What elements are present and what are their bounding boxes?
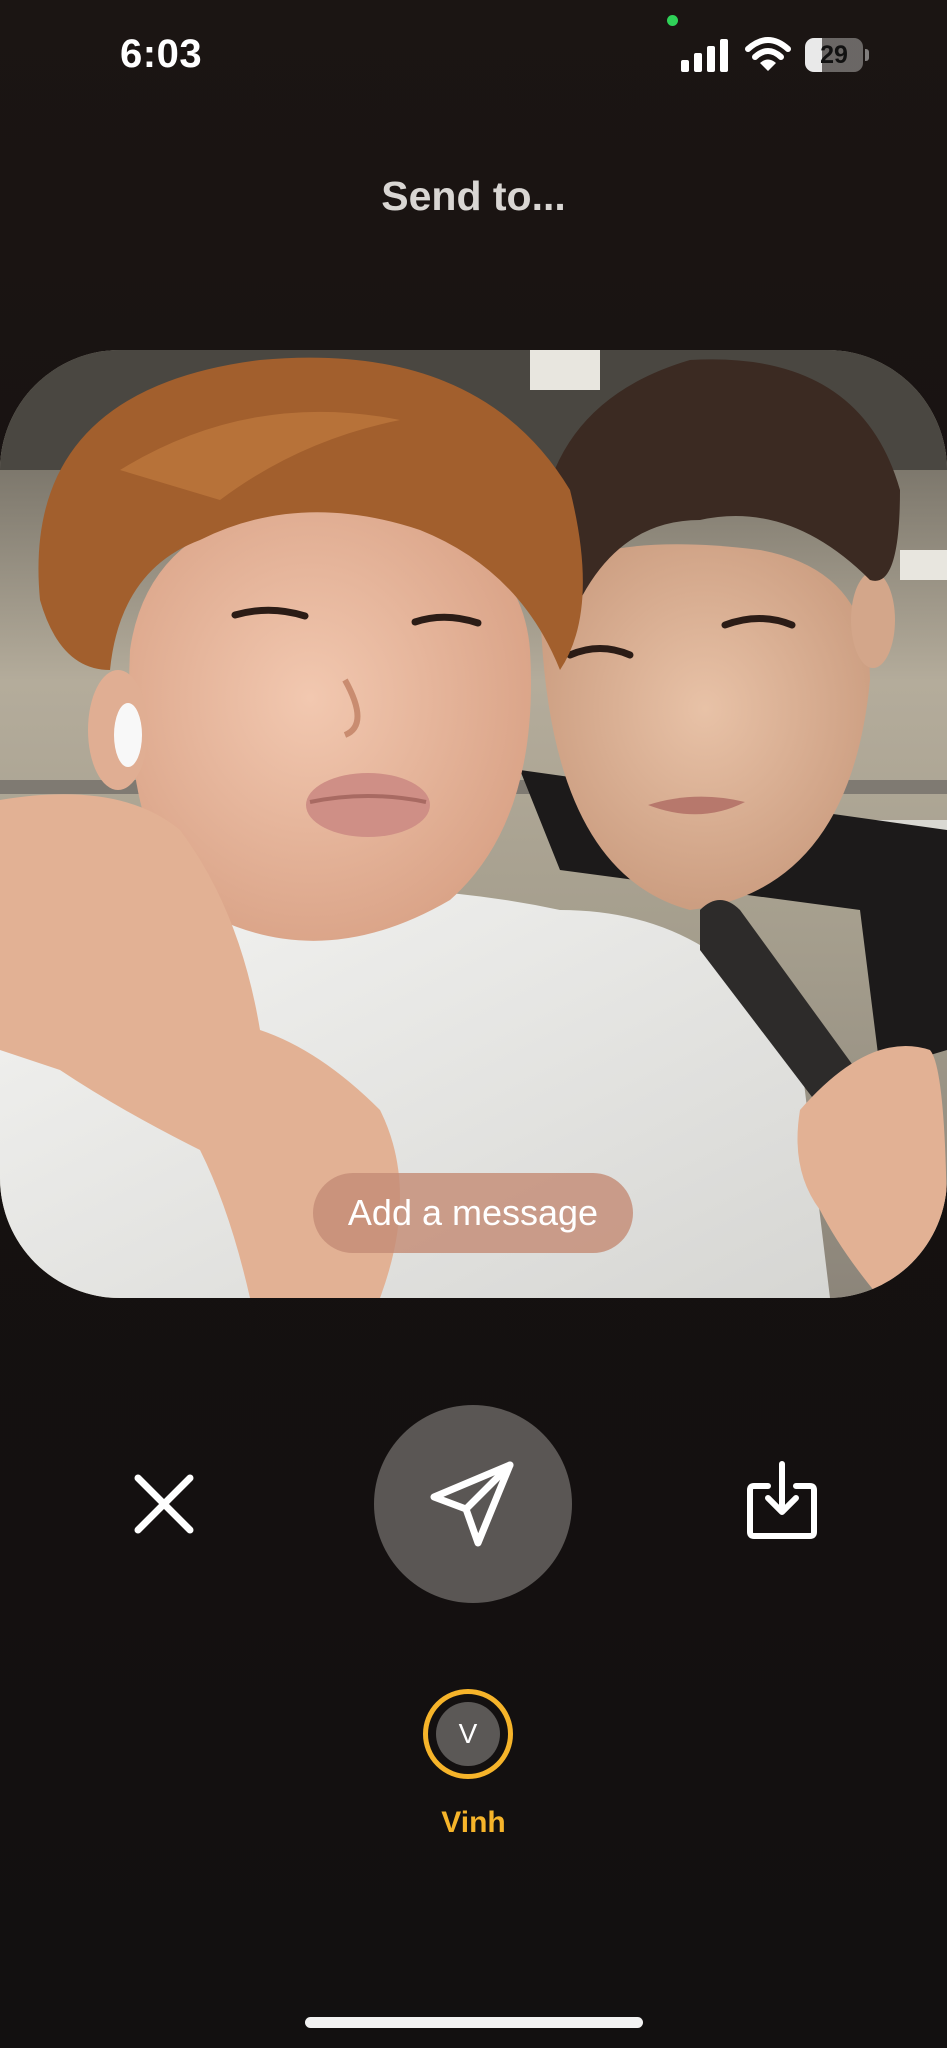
send-button[interactable] — [374, 1405, 572, 1603]
home-indicator[interactable] — [305, 2017, 643, 2028]
avatar: V — [436, 1702, 500, 1766]
wifi-icon — [745, 37, 791, 71]
download-button[interactable] — [740, 1460, 824, 1544]
status-time: 6:03 — [120, 32, 203, 76]
captured-photo: Add a message — [0, 350, 947, 1298]
photo-image — [0, 350, 947, 1298]
camera-indicator-dot — [667, 15, 678, 26]
download-icon — [747, 1461, 817, 1539]
send-to-screen: 6:03 29 Send to... Add a message V Vinh — [0, 0, 947, 2048]
status-bar: 6:03 29 — [0, 0, 947, 110]
close-icon — [134, 1474, 194, 1534]
recipient-vinh[interactable]: V Vinh — [400, 1688, 547, 1848]
signal-icon — [681, 39, 728, 72]
recipient-selected-ring: V — [423, 1689, 513, 1779]
battery-icon: 29 — [805, 38, 869, 72]
recipient-name: Vinh — [441, 1806, 506, 1839]
page-title: Send to... — [381, 173, 566, 219]
add-message-input[interactable]: Add a message — [313, 1173, 633, 1253]
send-icon — [430, 1461, 514, 1547]
close-button[interactable] — [124, 1464, 204, 1544]
battery-level: 29 — [820, 41, 848, 69]
